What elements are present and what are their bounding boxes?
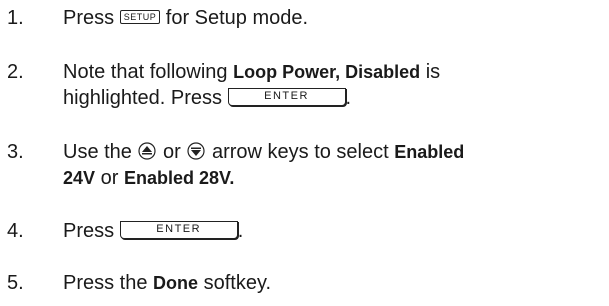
option-name: Enabled 28V.: [123, 168, 235, 188]
step-text-prefix: Note that following: [63, 61, 234, 83]
enter-key-icon: ENTER: [119, 220, 238, 239]
procedure-steps: 1. Press SETUP for Setup mode. 2. Note t…: [0, 0, 609, 306]
step-text-prefix: Use the: [63, 141, 138, 163]
step-text: Press SETUP for Setup mode.: [63, 5, 603, 31]
option-name: 24V: [63, 168, 96, 188]
up-arrow-key-icon: [138, 142, 157, 160]
step-number: 4.: [7, 220, 24, 242]
step-text-prefix: Press the: [63, 272, 154, 294]
step-text-middle: or: [157, 141, 187, 163]
enter-key-icon: ENTER: [227, 87, 346, 106]
step-number: 3.: [7, 141, 24, 163]
step-text: Press the Done softkey.: [63, 270, 603, 296]
step-text-middle: arrow keys to select: [206, 141, 395, 163]
step-text-middle: or: [95, 167, 124, 189]
setting-name: Loop Power, Disabled: [233, 62, 421, 82]
step-text: Press ENTER.: [63, 218, 603, 244]
step-text-suffix: .: [345, 87, 352, 109]
step-text-prefix: Press: [63, 7, 120, 29]
step-number: 2.: [7, 61, 24, 83]
step-number: 5.: [7, 272, 24, 294]
step-text-suffix: .: [237, 220, 244, 242]
down-arrow-key-icon: [187, 142, 205, 160]
step-text-prefix: highlighted. Press: [63, 87, 228, 109]
softkey-name: Done: [153, 273, 199, 293]
step-text-suffix: is: [420, 61, 441, 83]
step-text-prefix: Press: [63, 220, 120, 242]
step-text: Use the or arrow keys to select Enabled …: [63, 139, 603, 191]
setup-key-icon: SETUP: [119, 9, 161, 24]
option-name: Enabled: [394, 142, 465, 162]
step-text-suffix: for Setup mode.: [160, 7, 309, 29]
step-text-suffix: softkey.: [198, 272, 272, 294]
step-number: 1.: [7, 7, 24, 29]
step-text: Note that following Loop Power, Disabled…: [63, 59, 603, 111]
